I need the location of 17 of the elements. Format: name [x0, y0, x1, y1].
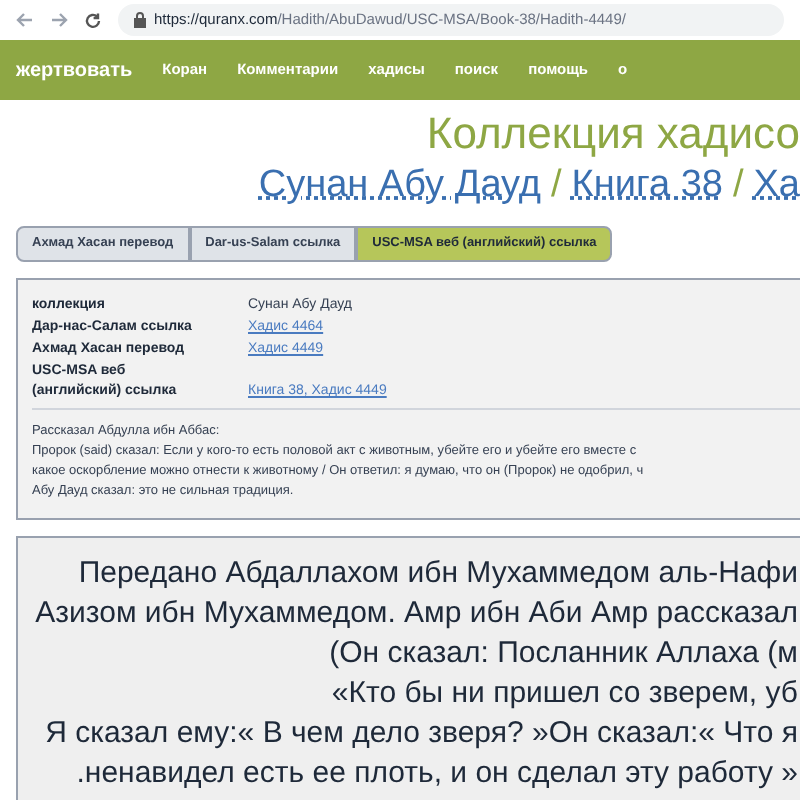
translation-line: Я сказал ему:« В чем дело зверя? »Он сказал:« Что я	[45, 714, 798, 754]
translation-line: «Кто бы ни пришел со зверем, уб	[331, 674, 798, 714]
forward-icon[interactable]	[50, 12, 68, 28]
translation-line: .ненавидел есть ее плоть, и он сделал эту работу »	[76, 754, 798, 794]
reload-icon[interactable]	[84, 11, 102, 29]
lock-icon	[134, 12, 146, 28]
breadcrumb-link[interactable]: Сунан Абу Дауд	[258, 162, 542, 210]
translation-line: (Он сказал: Посланник Аллаха (м	[329, 634, 798, 674]
translation-line: Азизом ибн Мухаммедом. Амр ибн Аби Амр рассказал	[35, 594, 798, 634]
page-title: Коллекция хадисо	[426, 106, 800, 162]
translation-line: Передано Абдаллахом ибн Мухаммедом аль-Нафи	[78, 554, 798, 594]
breadcrumb-separator: /	[732, 162, 744, 210]
breadcrumb-separator: /	[551, 162, 562, 210]
donate-link[interactable]: жертвовать	[16, 55, 133, 85]
breadcrumb-link[interactable]: Ха	[753, 162, 800, 210]
breadcrumb-link[interactable]: Книга 38	[571, 162, 723, 210]
back-icon[interactable]	[16, 12, 34, 28]
